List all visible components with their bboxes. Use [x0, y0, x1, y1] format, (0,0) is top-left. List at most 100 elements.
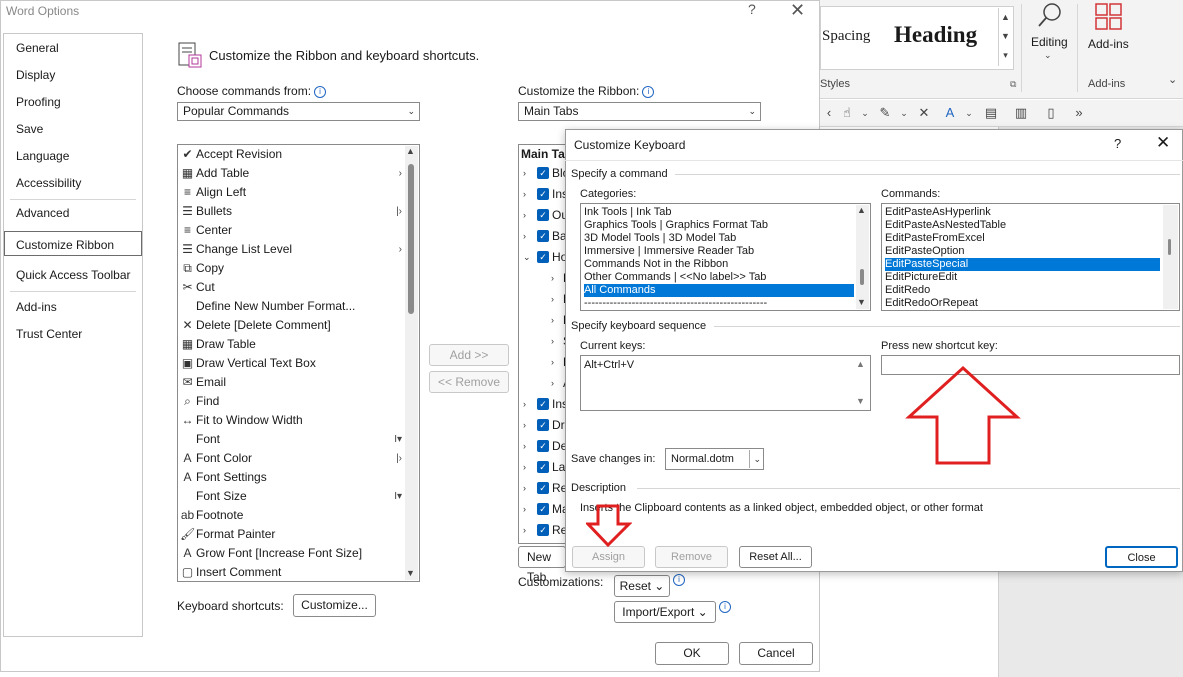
- nav-language[interactable]: Language: [16, 149, 69, 163]
- scroll-up-icon[interactable]: ▲: [856, 359, 865, 369]
- chevron-up-icon[interactable]: ▲: [999, 8, 1012, 27]
- current-keys-list[interactable]: Alt+Ctrl+V ▲ ▼: [580, 355, 871, 411]
- tab-checkbox[interactable]: ✓: [537, 524, 549, 536]
- spelling-icon[interactable]: ✎: [876, 104, 894, 122]
- commands-scrollbar[interactable]: ▲ ▼: [405, 146, 418, 580]
- nav-trust-center[interactable]: Trust Center: [16, 327, 82, 341]
- scroll-down-icon[interactable]: ▼: [857, 297, 866, 307]
- tab-checkbox[interactable]: ✓: [537, 251, 549, 263]
- choose-commands-dropdown[interactable]: Popular Commands ⌄: [177, 102, 420, 121]
- nav-display[interactable]: Display: [16, 68, 55, 82]
- command-list-item[interactable]: ✕ Delete [Delete Comment]: [178, 316, 404, 335]
- tab-checkbox[interactable]: ✓: [537, 188, 549, 200]
- keyboard-command-item[interactable]: EditPasteFromExcel: [885, 232, 1160, 245]
- gallery-more-icon[interactable]: ▾: [999, 46, 1012, 65]
- touch-mode-icon[interactable]: ☝: [838, 104, 856, 122]
- nav-customize-ribbon[interactable]: Customize Ribbon: [16, 238, 114, 252]
- scroll-down-icon[interactable]: ▼: [406, 568, 415, 578]
- text-effects-icon[interactable]: A: [941, 104, 959, 122]
- expand-chevron-icon[interactable]: ⌄: [523, 247, 531, 268]
- keyboard-command-item[interactable]: EditRedoOrRepeat: [885, 297, 1160, 310]
- ok-button[interactable]: OK: [655, 642, 729, 665]
- close-button[interactable]: ✕: [790, 0, 805, 21]
- style-spacing[interactable]: Spacing: [822, 28, 870, 45]
- tab-checkbox[interactable]: ✓: [537, 461, 549, 473]
- expand-chevron-icon[interactable]: ›: [523, 226, 526, 247]
- addins-grid-icon[interactable]: [1094, 2, 1124, 32]
- command-list-item[interactable]: A Font Settings: [178, 468, 404, 487]
- info-icon[interactable]: i: [716, 599, 731, 613]
- remove-button[interactable]: << Remove: [429, 371, 509, 393]
- close-icon[interactable]: ✕: [915, 104, 933, 122]
- command-list-item[interactable]: A Grow Font [Increase Font Size]: [178, 544, 404, 563]
- tab-checkbox[interactable]: ✓: [537, 209, 549, 221]
- nav-addins[interactable]: Add-ins: [16, 300, 57, 314]
- view-icon[interactable]: ▥: [1012, 104, 1030, 122]
- commands-list[interactable]: ✔ Accept Revision ▦ Add Table › ≡ Align Left ☰ B…: [177, 144, 420, 582]
- command-list-item[interactable]: ⧉ Copy: [178, 259, 404, 278]
- info-icon[interactable]: i: [642, 86, 655, 98]
- command-list-item[interactable]: 🖌 Format Painter: [178, 525, 404, 544]
- overflow-icon[interactable]: »: [1070, 104, 1088, 122]
- nav-advanced[interactable]: Advanced: [16, 206, 69, 220]
- help-button[interactable]: ?: [748, 1, 756, 17]
- ribbon-tabs-tree[interactable]: ›✓Blog Post›✓Insert (Blog Post)›✓Outlini…: [518, 144, 566, 544]
- expand-chevron-icon[interactable]: ›: [551, 373, 554, 394]
- customize-ribbon-dropdown[interactable]: Main Tabs ⌄: [518, 102, 761, 121]
- editing-button[interactable]: Editing: [1031, 35, 1068, 49]
- expand-chevron-icon[interactable]: ›: [523, 415, 526, 436]
- scroll-thumb[interactable]: [408, 164, 414, 314]
- keyboard-commands-list[interactable]: EditPasteAsHyperlink EditPasteAsNestedTab…: [881, 203, 1180, 311]
- category-item[interactable]: All Commands: [584, 284, 854, 297]
- page-icon[interactable]: ▯: [1042, 104, 1060, 122]
- customize-keyboard-button[interactable]: Customize...: [293, 594, 376, 617]
- reset-all-button[interactable]: Reset All...: [739, 546, 812, 568]
- command-list-item[interactable]: ≡ Center: [178, 221, 404, 240]
- command-list-item[interactable]: Font Size I▾: [178, 487, 404, 506]
- format-icon[interactable]: ▤: [982, 104, 1000, 122]
- info-icon[interactable]: i: [314, 86, 327, 98]
- expand-chevron-icon[interactable]: ›: [551, 289, 554, 310]
- search-icon[interactable]: [1034, 0, 1064, 30]
- command-list-item[interactable]: A Font Color |›: [178, 449, 404, 468]
- chevron-down-icon[interactable]: ⌄: [895, 104, 913, 122]
- chevron-down-icon[interactable]: ⌄: [1044, 50, 1052, 61]
- style-heading[interactable]: Heading: [894, 22, 977, 48]
- command-list-item[interactable]: ab Footnote: [178, 506, 404, 525]
- tab-checkbox[interactable]: ✓: [537, 398, 549, 410]
- command-list-item[interactable]: ⌕ Find: [178, 392, 404, 411]
- tab-checkbox[interactable]: ✓: [537, 230, 549, 242]
- tab-checkbox[interactable]: ✓: [537, 482, 549, 494]
- expand-chevron-icon[interactable]: ›: [523, 499, 526, 520]
- command-list-item[interactable]: ☰ Bullets |›: [178, 202, 404, 221]
- cancel-button[interactable]: Cancel: [739, 642, 813, 665]
- command-list-item[interactable]: ✉ Email: [178, 373, 404, 392]
- expand-chevron-icon[interactable]: ›: [551, 331, 554, 352]
- chevron-left-icon[interactable]: ‹: [820, 104, 838, 122]
- chevron-down-icon[interactable]: ▼: [999, 27, 1012, 46]
- scroll-thumb[interactable]: [1168, 239, 1171, 255]
- keyboard-command-item[interactable]: EditPasteAsNestedTable: [885, 219, 1160, 232]
- info-icon[interactable]: i: [670, 572, 685, 586]
- add-button[interactable]: Add >>: [429, 344, 509, 366]
- keyboard-command-item[interactable]: EditRedo: [885, 284, 1160, 297]
- expand-chevron-icon[interactable]: ›: [523, 394, 526, 415]
- command-list-item[interactable]: Define New Number Format...: [178, 297, 404, 316]
- category-item[interactable]: Commands Not in the Ribbon: [584, 258, 854, 271]
- command-list-item[interactable]: ▣ Draw Vertical Text Box: [178, 354, 404, 373]
- expand-chevron-icon[interactable]: ›: [523, 436, 526, 457]
- collapse-ribbon-icon[interactable]: ⌄: [1168, 73, 1177, 86]
- tab-checkbox[interactable]: ✓: [537, 440, 549, 452]
- categories-list[interactable]: Ink Tools | Ink Tab Graphics Tools | Grap…: [580, 203, 871, 311]
- expand-chevron-icon[interactable]: ›: [523, 457, 526, 478]
- command-list-item[interactable]: ↔ Fit to Window Width: [178, 411, 404, 430]
- expand-chevron-icon[interactable]: ›: [551, 268, 554, 289]
- tab-checkbox[interactable]: ✓: [537, 167, 549, 179]
- category-item[interactable]: Ink Tools | Ink Tab: [584, 206, 854, 219]
- scroll-thumb[interactable]: [860, 269, 864, 285]
- scroll-up-icon[interactable]: ▲: [857, 205, 866, 215]
- current-key-item[interactable]: Alt+Ctrl+V: [584, 359, 634, 371]
- command-list-item[interactable]: ☰ Change List Level ›: [178, 240, 404, 259]
- tab-checkbox[interactable]: ✓: [537, 419, 549, 431]
- tab-checkbox[interactable]: ✓: [537, 503, 549, 515]
